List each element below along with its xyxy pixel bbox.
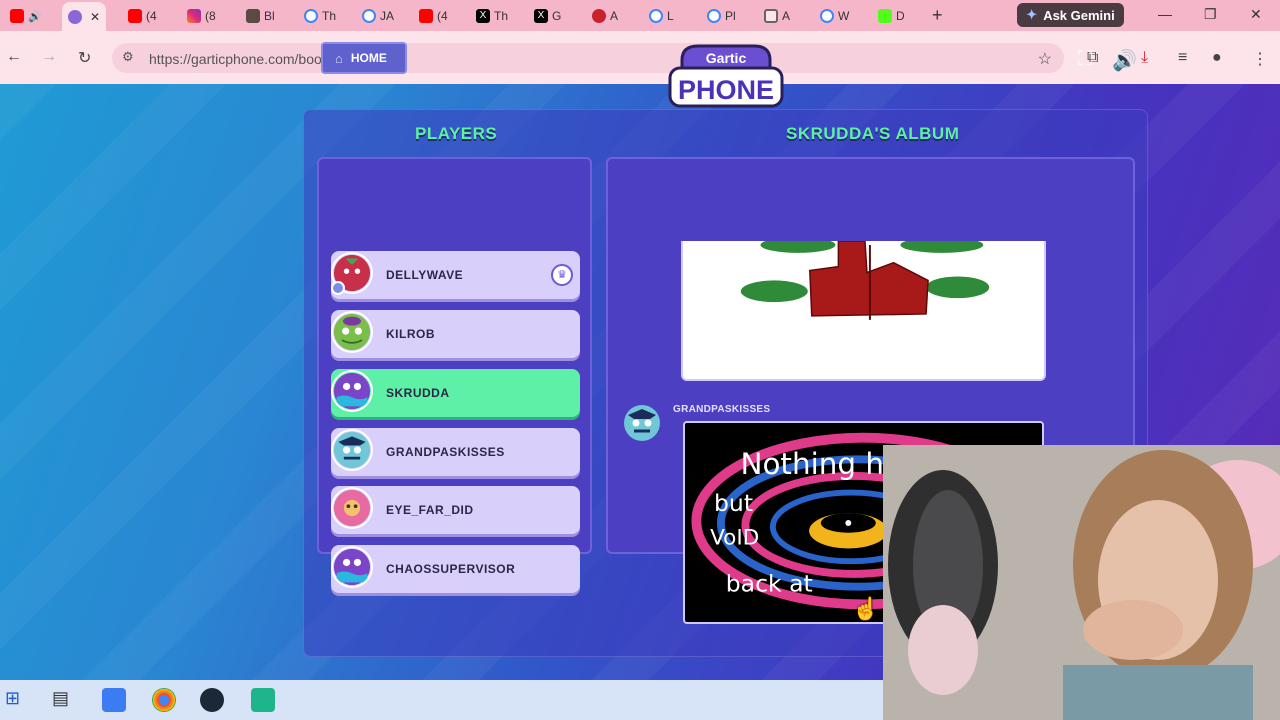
tab-item[interactable]: D: [878, 4, 905, 28]
speaker-icon: 🔊: [28, 10, 42, 23]
task-view-icon[interactable]: ▤: [52, 688, 76, 712]
tab-item[interactable]: (8: [187, 4, 216, 28]
tab-item[interactable]: A: [764, 4, 790, 28]
album-drawing-1: [681, 241, 1046, 381]
tab-item[interactable]: (4: [419, 4, 448, 28]
blob-avatar-icon: [331, 370, 373, 412]
youtube-icon: [128, 9, 142, 23]
player-row-skrudda[interactable]: SKRUDDA: [331, 369, 580, 417]
steam-icon[interactable]: [200, 688, 224, 712]
google-icon: [820, 9, 834, 23]
youtube-icon: [419, 9, 433, 23]
gemini-sparkle-icon: ✦: [1026, 7, 1038, 22]
browser-tab-bar: 🔊 ✕ (4 (8 Bl Th JA (4 X Th X G A L Pl A …: [0, 0, 1280, 31]
chrome-icon[interactable]: [152, 688, 176, 712]
close-window-icon[interactable]: ✕: [1250, 6, 1262, 23]
gartic-phone-logo: Gartic PHONE: [668, 44, 784, 108]
hand-cursor-icon: ☝: [852, 596, 880, 621]
url-text[interactable]: https://garticphone.com/book: [149, 51, 329, 67]
home-button[interactable]: ⌂ HOME: [321, 42, 407, 74]
tab-item[interactable]: L: [649, 4, 674, 28]
sound-icon[interactable]: 🔊: [1112, 48, 1137, 73]
crown-icon: ♛: [551, 264, 573, 286]
google-icon: [304, 9, 318, 23]
forward-icon[interactable]: →: [41, 48, 57, 66]
character-icon: [246, 9, 260, 23]
frog-avatar-icon: [331, 311, 373, 353]
drawing-text-line3: VoID: [710, 526, 759, 551]
roblox-studio-icon[interactable]: [102, 688, 126, 712]
tab-item[interactable]: Pl: [707, 4, 736, 28]
ask-gemini-button[interactable]: ✦ Ask Gemini: [1017, 3, 1124, 27]
author-avatar-icon: [624, 405, 660, 441]
tab-item[interactable]: (4: [128, 4, 157, 28]
youtube-icon: [10, 9, 24, 23]
x-icon: X: [534, 9, 548, 23]
fullscreen-icon[interactable]: ⛶: [1078, 48, 1092, 71]
tab-item[interactable]: X Th: [476, 4, 508, 28]
player-row-kilrob[interactable]: KILROB: [331, 310, 580, 358]
back-icon[interactable]: ←: [6, 48, 22, 66]
instagram-icon: [187, 9, 201, 23]
tab-youtube[interactable]: 🔊: [10, 4, 42, 28]
restore-icon[interactable]: ❐: [1204, 6, 1217, 23]
tab-item[interactable]: Th: [304, 4, 336, 28]
tab-item[interactable]: W: [820, 4, 849, 28]
profile-avatar-icon[interactable]: ●: [1212, 49, 1222, 67]
player-row-dellywave[interactable]: DELLYWAVE ♛: [331, 251, 580, 299]
album-author-name: GRANDPASKISSES: [673, 404, 771, 415]
google-icon: [362, 9, 376, 23]
player-row-grandpaskisses[interactable]: GRANDPASKISSES: [331, 428, 580, 476]
pinterest-icon: [592, 9, 606, 23]
player-row-eye-far-did[interactable]: EYE_FAR_DID: [331, 486, 580, 534]
minimize-icon[interactable]: —: [1158, 6, 1172, 22]
download-icon[interactable]: ⤓: [1141, 49, 1148, 67]
app-icon[interactable]: [251, 688, 275, 712]
google-icon: [649, 9, 663, 23]
user-badge-icon: [331, 281, 345, 295]
google-icon: [707, 9, 721, 23]
tab-item[interactable]: JA: [362, 4, 394, 28]
logo-top-text: Gartic: [706, 50, 747, 66]
tab-item[interactable]: A: [592, 4, 618, 28]
logo-bottom-text: PHONE: [678, 75, 774, 105]
blob-avatar-icon: [331, 546, 373, 588]
x-icon: X: [476, 9, 490, 23]
site-settings-icon[interactable]: ⚙: [122, 49, 134, 65]
close-icon[interactable]: ✕: [90, 10, 100, 24]
drawing-text-line2: but: [714, 489, 753, 517]
windows-start-icon[interactable]: ⊞: [5, 688, 29, 712]
media-control-icon[interactable]: ≡: [1178, 49, 1187, 67]
streamer-webcam: [883, 445, 1280, 720]
home-icon: ⌂: [335, 50, 343, 66]
briefcase-icon: [764, 9, 778, 23]
album-title: SKRUDDA'S ALBUM: [786, 124, 960, 143]
tab-gartic-active[interactable]: ✕: [62, 2, 107, 31]
url-omnibox[interactable]: ⚙ https://garticphone.com/book ☆: [112, 43, 1064, 73]
reload-icon[interactable]: ↻: [78, 48, 91, 68]
tab-item[interactable]: Bl: [246, 4, 275, 28]
player-row-chaossupervisor[interactable]: CHAOSSUPERVISOR: [331, 545, 580, 593]
windows-taskbar: ⊞ ▤: [0, 680, 883, 720]
new-tab-button[interactable]: +: [932, 5, 943, 26]
players-title: PLAYERS: [415, 124, 498, 143]
discord-phone-icon: [68, 9, 82, 24]
bookmark-star-icon[interactable]: ☆: [1038, 49, 1052, 69]
donut-avatar-icon: [331, 487, 373, 529]
tab-item[interactable]: X G: [534, 4, 561, 28]
menu-kebab-icon[interactable]: ⋮: [1252, 49, 1268, 69]
kick-icon: [878, 9, 892, 23]
vampire-avatar-icon: [331, 429, 373, 471]
drawing-text-line4: back at: [726, 570, 813, 598]
